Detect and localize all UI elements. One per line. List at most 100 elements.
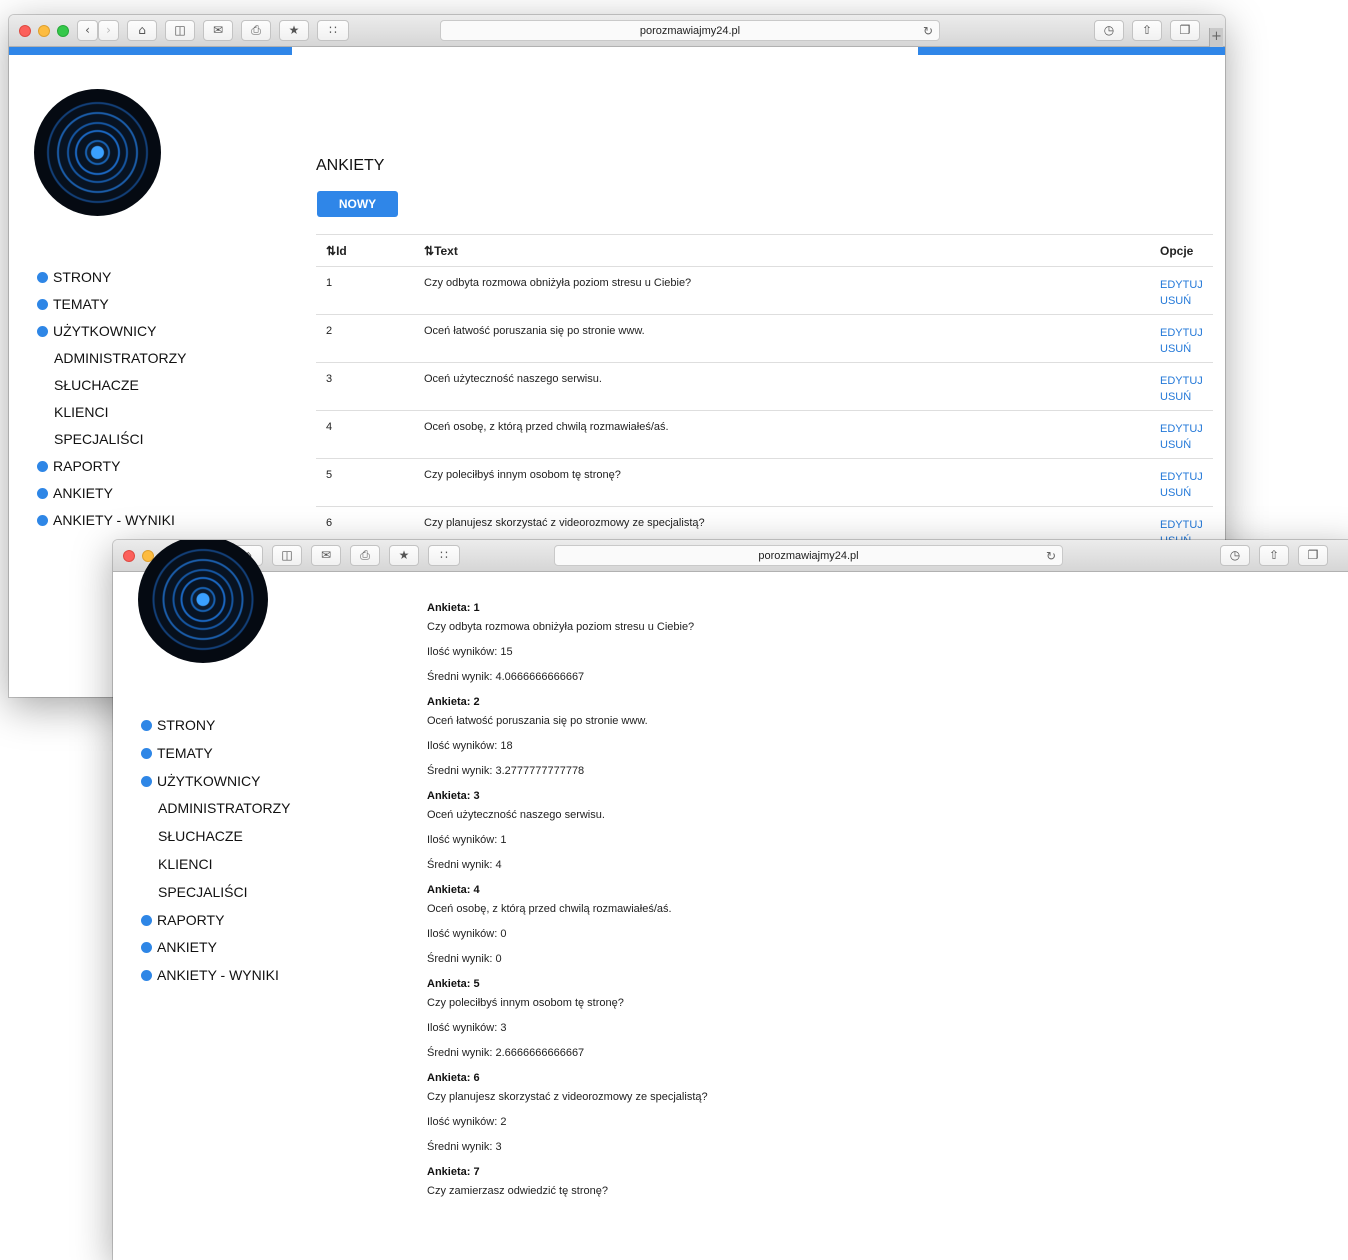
sidebar-item-label: SŁUCHACZE: [54, 377, 139, 393]
page-accent-bar-left: [9, 47, 292, 55]
survey-result: Ankieta: 4 Oceń osobę, z którą przed chwi…: [427, 882, 708, 976]
result-heading: Ankieta: 1: [427, 602, 480, 614]
address-bar[interactable]: porozmawiajmy24.pl ↻: [440, 20, 940, 41]
history-icon[interactable]: ◷: [1094, 20, 1124, 41]
sort-text-header[interactable]: ⇅Text: [424, 244, 458, 258]
print-icon[interactable]: ⎙: [350, 545, 380, 566]
surveys-table: ⇅Id ⇅Text Opcje 1 Czy odbyta rozmowa obni…: [316, 234, 1213, 554]
sidebar-icon[interactable]: ◫: [165, 20, 195, 41]
reload-icon[interactable]: ↻: [1046, 546, 1056, 566]
result-question: Oceń osobę, z którą przed chwilą rozmawi…: [427, 903, 672, 915]
tabs-icon[interactable]: ❐: [1170, 20, 1200, 41]
history-icon[interactable]: ◷: [1220, 545, 1250, 566]
edit-link[interactable]: EDYTUJ: [1160, 373, 1203, 389]
result-count: Ilość wyników: 0: [427, 928, 507, 940]
sidebar-item-label: ADMINISTRATORZY: [158, 800, 291, 817]
sidebar-item-label: SŁUCHACZE: [158, 828, 243, 845]
row-actions: EDYTUJUSUŃ: [1160, 469, 1203, 501]
result-average: Średni wynik: 3.2777777777778: [427, 765, 585, 777]
survey-result: Ankieta: 3 Oceń użyteczność naszego serwi…: [427, 788, 708, 882]
sidebar-item-label: ANKIETY - WYNIKI: [53, 512, 175, 528]
close-window-button[interactable]: [19, 25, 31, 37]
sidebar-item-label: ANKIETY: [53, 485, 113, 501]
table-row: 4 Oceń osobę, z którą przed chwilą rozmaw…: [316, 410, 1213, 458]
edit-link[interactable]: EDYTUJ: [1160, 469, 1203, 485]
bullet-icon: [37, 515, 48, 526]
survey-result: Ankieta: 6 Czy planujesz skorzystać z vid…: [427, 1070, 708, 1164]
sidebar-icon[interactable]: ◫: [272, 545, 302, 566]
result-count: Ilość wyników: 15: [427, 646, 513, 658]
reload-icon[interactable]: ↻: [923, 21, 933, 41]
top-sites-icon[interactable]: ∷: [428, 545, 460, 566]
site-logo[interactable]: [34, 89, 161, 216]
table-row: 3 Oceń użyteczność naszego serwisu. EDYTUJ…: [316, 362, 1213, 410]
sidebar-item-label: ANKIETY: [157, 939, 217, 956]
survey-id: 2: [326, 325, 333, 337]
options-header: Opcje: [1160, 244, 1194, 258]
delete-link[interactable]: USUŃ: [1160, 293, 1203, 309]
result-question: Czy poleciłbyś innym osobom tę stronę?: [427, 997, 624, 1009]
bullet-icon: [37, 272, 48, 283]
top-sites-icon[interactable]: ∷: [317, 20, 349, 41]
result-heading: Ankieta: 6: [427, 1072, 480, 1084]
close-window-button[interactable]: [123, 550, 135, 562]
result-heading: Ankieta: 7: [427, 1166, 480, 1178]
result-average: Średni wynik: 3: [427, 1141, 502, 1153]
home-icon[interactable]: ⌂: [127, 20, 157, 41]
row-actions: EDYTUJUSUŃ: [1160, 277, 1203, 309]
table-header: ⇅Id ⇅Text Opcje: [316, 234, 1213, 266]
mail-icon[interactable]: ✉: [203, 20, 233, 41]
share-icon[interactable]: ⇧: [1259, 545, 1289, 566]
survey-result: Ankieta: 2 Oceń łatwość poruszania się po…: [427, 694, 708, 788]
survey-id: 5: [326, 469, 333, 481]
row-actions: EDYTUJUSUŃ: [1160, 325, 1203, 357]
mail-icon[interactable]: ✉: [311, 545, 341, 566]
edit-link[interactable]: EDYTUJ: [1160, 421, 1203, 437]
result-count: Ilość wyników: 3: [427, 1022, 507, 1034]
print-icon[interactable]: ⎙: [241, 20, 271, 41]
survey-result: Ankieta: 7 Czy zamierzasz odwiedzić tę st…: [427, 1164, 708, 1208]
address-bar[interactable]: porozmawiajmy24.pl ↻: [554, 545, 1063, 566]
bullet-icon: [141, 747, 152, 759]
edit-link[interactable]: EDYTUJ: [1160, 325, 1203, 341]
zoom-window-button[interactable]: [57, 25, 69, 37]
bookmark-icon[interactable]: ★: [279, 20, 309, 41]
delete-link[interactable]: USUŃ: [1160, 341, 1203, 357]
result-question: Czy odbyta rozmowa obniżyła poziom stres…: [427, 621, 695, 633]
sidebar-item-label: UŻYTKOWNICY: [53, 323, 157, 339]
sort-arrows-icon: ⇅: [424, 244, 435, 258]
share-icon[interactable]: ⇧: [1132, 20, 1162, 41]
site-logo[interactable]: [138, 540, 268, 663]
table-row: 2 Oceń łatwość poruszania się po stronie …: [316, 314, 1213, 362]
result-question: Czy planujesz skorzystać z videorozmowy …: [427, 1091, 708, 1103]
back-icon[interactable]: ‹: [77, 20, 98, 41]
sidebar-item-label: ANKIETY - WYNIKI: [157, 967, 279, 984]
result-heading: Ankieta: 3: [427, 790, 480, 802]
result-average: Średni wynik: 4: [427, 859, 502, 871]
new-survey-button[interactable]: NOWY: [317, 191, 398, 217]
survey-results-list: Ankieta: 1 Czy odbyta rozmowa obniżyła po…: [427, 600, 708, 1208]
minimize-window-button[interactable]: [38, 25, 50, 37]
delete-link[interactable]: USUŃ: [1160, 389, 1203, 405]
sidebar-item-label: RAPORTY: [53, 458, 121, 474]
edit-link[interactable]: EDYTUJ: [1160, 517, 1203, 533]
survey-text: Czy planujesz skorzystać z videorozmowy …: [424, 517, 705, 529]
edit-link[interactable]: EDYTUJ: [1160, 277, 1203, 293]
bullet-icon: [37, 488, 48, 499]
bullet-icon: [141, 720, 152, 731]
new-tab-button[interactable]: +: [1209, 28, 1223, 47]
bullet-icon: [37, 461, 48, 472]
survey-result: Ankieta: 5 Czy poleciłbyś innym osobom tę…: [427, 976, 708, 1070]
sort-id-header[interactable]: ⇅Id: [326, 244, 347, 258]
delete-link[interactable]: USUŃ: [1160, 485, 1203, 501]
bullet-icon: [141, 914, 152, 926]
forward-icon[interactable]: ›: [98, 20, 119, 41]
sidebar-item-label: TEMATY: [53, 296, 109, 312]
bullet-icon: [37, 326, 48, 337]
tabs-icon[interactable]: ❐: [1298, 545, 1328, 566]
sidebar-item-label: KLIENCI: [54, 404, 109, 420]
delete-link[interactable]: USUŃ: [1160, 437, 1203, 453]
table-row: 1 Czy odbyta rozmowa obniżyła poziom stre…: [316, 266, 1213, 314]
bookmark-icon[interactable]: ★: [389, 545, 419, 566]
row-actions: EDYTUJUSUŃ: [1160, 421, 1203, 453]
